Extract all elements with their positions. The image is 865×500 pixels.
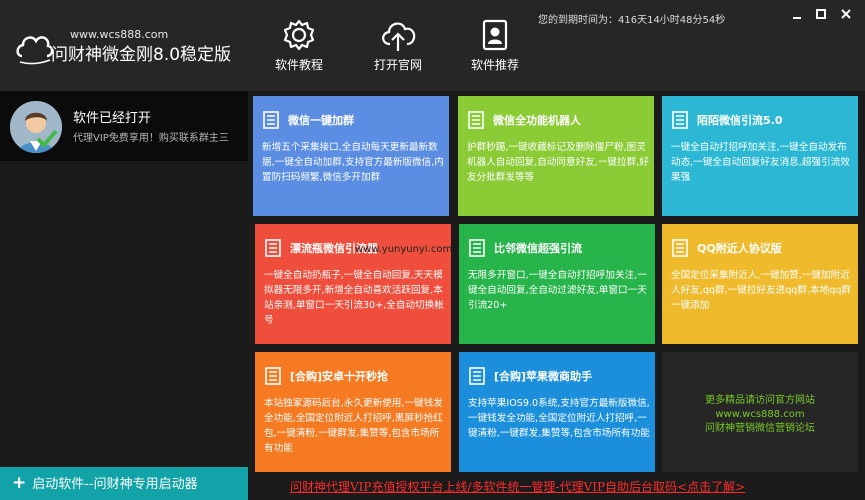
cloud-upload-icon xyxy=(382,22,416,51)
tile-description: 全国定位采集附近人,一键加赞,一键加附近人好友,qq群,一键拉好友进qq群,本地… xyxy=(671,270,851,311)
tile-neighbor-traffic[interactable]: 比邻微信超强引流 无限多开窗口,一键全自动打招呼加关注,一键全自动回复,全自动过… xyxy=(459,224,655,344)
document-icon xyxy=(672,239,688,257)
tile-android-ten-open[interactable]: [合购]安卓十开秒抢 本站独家源码后台,永久更新使用,一键钱发全功能,全国定位附… xyxy=(255,352,451,472)
user-panel: 软件已经打开 代理VIP免费享用！购买联系群主三 xyxy=(0,91,248,161)
tile-description: 新增五个采集接口,全自动每天更新最新数据,一键全自动加群,支持官方最新版微信,内… xyxy=(262,142,444,183)
user-status: 软件已经打开 xyxy=(73,111,152,126)
tile-title: 微信一键加群 xyxy=(288,114,354,127)
document-icon xyxy=(265,239,281,257)
document-icon xyxy=(672,111,688,129)
document-icon xyxy=(469,367,485,385)
sidebar: 软件已经打开 代理VIP免费享用！购买联系群主三 + 启动软件--问财神专用启动器 xyxy=(0,91,248,500)
minimize-button[interactable] xyxy=(789,6,805,22)
watermark: www.yunyunyi.com xyxy=(355,244,453,255)
tile-wechat-add-group[interactable]: 微信一键加群 新增五个采集接口,全自动每天更新最新数据,一键全自动加群,支持官方… xyxy=(253,96,449,216)
promo-line: 问财神营销微信营销论坛 xyxy=(705,423,815,434)
maximize-icon xyxy=(816,9,826,19)
app-title: 问财神微金刚8.0稳定版 xyxy=(51,45,232,65)
plus-icon: + xyxy=(12,473,27,493)
tile-title: [合购]安卓十开秒抢 xyxy=(290,370,389,383)
minimize-icon xyxy=(793,17,801,19)
tile-apple-assistant[interactable]: [合购]苹果微商助手 支持苹果IOS9.0系统,支持官方最新版微信,一键钱发全功… xyxy=(459,352,655,472)
avatar xyxy=(10,101,62,153)
tile-description: 本站独家源码后台,永久更新使用,一键钱发全功能,全国定位附近人打招呼,黑屏秒抢红… xyxy=(264,398,443,454)
promo-text: 更多精品请访问官方网站 www.wcs888.com 问财神营销微信营销论坛 xyxy=(662,394,858,436)
document-icon xyxy=(263,111,279,129)
document-icon xyxy=(469,239,485,257)
tile-title: 比邻微信超强引流 xyxy=(494,242,582,255)
tile-title: 微信全功能机器人 xyxy=(493,114,581,127)
promo-tile[interactable]: 更多精品请访问官方网站 www.wcs888.com 问财神营销微信营销论坛 xyxy=(662,352,858,472)
user-card-icon xyxy=(482,19,508,51)
header-bar: www.wcs888.com 问财神微金刚8.0稳定版 软件教程 打开官网 软件… xyxy=(0,0,865,91)
cloud-logo-icon xyxy=(16,36,54,65)
document-icon xyxy=(265,367,281,385)
app-window: www.wcs888.com 问财神微金刚8.0稳定版 软件教程 打开官网 软件… xyxy=(0,0,865,500)
tile-momo-traffic[interactable]: 陌陌微信引流5.0 一键全自动打招呼加关注,一键全自动发布动态,一键全自动回复好… xyxy=(662,96,858,216)
app-logo: www.wcs888.com 问财神微金刚8.0稳定版 xyxy=(14,22,254,72)
close-button[interactable] xyxy=(838,6,854,22)
open-website-label: 打开官网 xyxy=(373,58,422,72)
maximize-button[interactable] xyxy=(813,6,829,22)
expire-time-text: 您的到期时间为：416天14小时48分54秒 xyxy=(538,15,726,26)
tile-qq-nearby[interactable]: QQ附近人协议版 全国定位采集附近人,一键加赞,一键加附近人好友,qq群,一键拉… xyxy=(662,224,858,344)
close-icon xyxy=(841,9,851,19)
user-avatar-icon xyxy=(10,101,62,153)
tile-title: 陌陌微信引流5.0 xyxy=(697,114,783,127)
tile-title: [合购]苹果微商助手 xyxy=(494,370,593,383)
launch-software-button[interactable]: + 启动软件--问财神专用启动器 xyxy=(0,467,248,500)
tile-description: 一键全自动扔瓶子,一键全自动回复,天天模拟器无限多开,新增全自动喜欢活跃回复,本… xyxy=(264,270,444,326)
promo-line: 更多精品请访问官方网站 xyxy=(705,395,815,406)
software-recommend-label: 软件推荐 xyxy=(470,58,519,72)
software-recommend-button[interactable]: 软件推荐 xyxy=(459,18,531,76)
launch-label: 启动软件--问财神专用启动器 xyxy=(32,477,198,492)
tutorial-button[interactable]: 软件教程 xyxy=(263,18,335,76)
tile-title: QQ附近人协议版 xyxy=(697,242,782,255)
tile-drift-bottle[interactable]: 漂流瓶微信引流器 一键全自动扔瓶子,一键全自动回复,天天模拟器无限多开,新增全自… xyxy=(255,224,451,344)
tile-description: 护群秒踢,一键收藏标记及删除僵尸粉,图灵机器人自动回复,自动同意好友,一键拉群,… xyxy=(467,142,649,183)
tile-wechat-robot[interactable]: 微信全功能机器人 护群秒踢,一键收藏标记及删除僵尸粉,图灵机器人自动回复,自动同… xyxy=(458,96,654,216)
tile-description: 支持苹果IOS9.0系统,支持官方最新版微信,一键钱发全功能,全国定位附近人打招… xyxy=(468,398,650,439)
document-icon xyxy=(468,111,484,129)
promo-url: www.wcs888.com xyxy=(715,409,805,420)
tile-description: 无限多开窗口,一键全自动打招呼加关注,一键全自动回复,全自动过滤好友,单窗口一天… xyxy=(468,270,647,311)
open-website-button[interactable]: 打开官网 xyxy=(362,18,434,76)
user-subtitle: 代理VIP免费享用！购买联系群主三 xyxy=(73,133,229,144)
tutorial-label: 软件教程 xyxy=(274,58,323,72)
tile-description: 一键全自动打招呼加关注,一键全自动发布动态,一键全自动回复好友消息,超强引流效果… xyxy=(671,142,850,183)
agent-vip-link[interactable]: 问财神代理VIP充值授权平台上线/多软件统一管理-代理VIP自助后台取码<点击了… xyxy=(290,478,745,495)
gear-icon xyxy=(283,19,315,51)
